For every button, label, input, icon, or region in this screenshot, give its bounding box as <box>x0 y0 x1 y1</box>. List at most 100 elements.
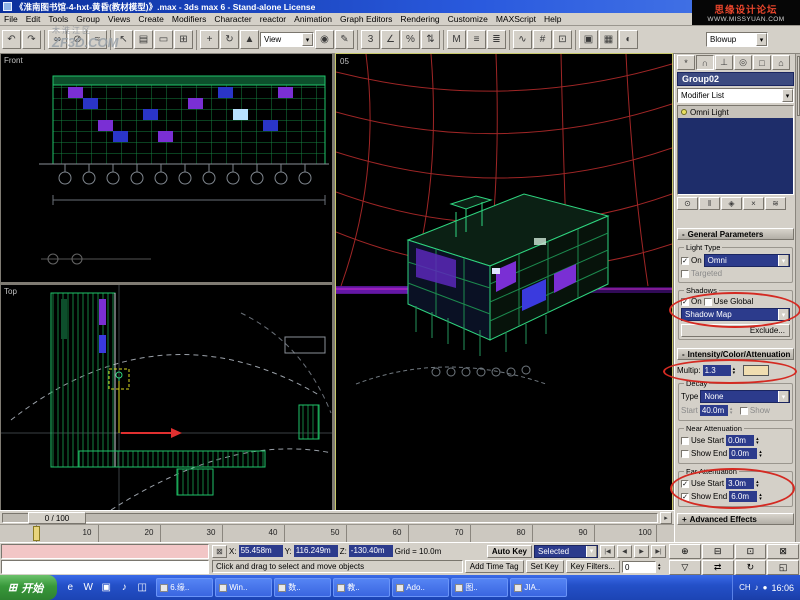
render-type-dropdown[interactable]: Blowup <box>706 32 768 47</box>
key-filters-button[interactable]: Key Filters... <box>566 560 620 573</box>
auto-key-button[interactable]: Auto Key <box>487 545 532 558</box>
menu-create[interactable]: Create <box>134 14 168 24</box>
menu-rendering[interactable]: Rendering <box>396 14 443 24</box>
undo-icon[interactable]: ↶ <box>2 30 21 49</box>
material-editor-icon[interactable]: ⊡ <box>553 30 572 49</box>
near-end-field[interactable]: 0.0m <box>729 448 757 459</box>
tab-create-icon[interactable]: * <box>677 55 695 70</box>
taskbar-task-5[interactable]: Ado.. <box>392 578 449 597</box>
selection-filter-dropdown[interactable]: Selected <box>534 545 598 558</box>
selection-region-icon[interactable]: ▭ <box>154 30 173 49</box>
language-indicator[interactable]: CH <box>739 583 751 592</box>
shadows-on-checkbox[interactable] <box>681 298 689 306</box>
snap-toggle-3d-icon[interactable]: 3 <box>361 30 380 49</box>
maximize-viewport-icon[interactable]: ◱ <box>767 560 799 575</box>
far-use-checkbox[interactable] <box>681 480 689 488</box>
near-use-checkbox[interactable] <box>681 437 689 445</box>
panel-scrollbar[interactable] <box>795 54 800 542</box>
far-start-spinner[interactable] <box>756 480 764 488</box>
set-key-button[interactable]: Set Key <box>526 560 564 573</box>
select-object-icon[interactable]: ↖ <box>114 30 133 49</box>
time-marker[interactable] <box>33 526 40 541</box>
far-start-field[interactable]: 3.0m <box>726 478 754 489</box>
render-scene-icon[interactable]: ▣ <box>579 30 598 49</box>
menu-graph-editors[interactable]: Graph Editors <box>336 14 396 24</box>
menu-edit[interactable]: Edit <box>22 14 45 24</box>
rollout-advanced-effects[interactable]: +Advanced Effects <box>677 513 794 525</box>
tab-utilities-icon[interactable]: ⌂ <box>772 55 790 70</box>
pin-stack-icon[interactable]: ⊙ <box>677 197 698 210</box>
modifier-stack[interactable]: Omni Light <box>677 105 794 195</box>
previous-frame-icon[interactable]: ◀ <box>617 545 632 558</box>
time-slider-handle[interactable]: 0 / 100 <box>28 512 86 524</box>
tab-motion-icon[interactable]: ◎ <box>734 55 752 70</box>
unlink-icon[interactable]: ⊘ <box>68 30 87 49</box>
decay-start-field[interactable]: 40.0m <box>700 405 728 416</box>
configure-stack-icon[interactable]: ≋ <box>765 197 786 210</box>
near-show-checkbox[interactable] <box>681 450 689 458</box>
folder-icon[interactable]: ◫ <box>134 580 150 596</box>
shadow-type-dropdown[interactable]: Shadow Map <box>681 308 790 321</box>
menu-animation[interactable]: Animation <box>290 14 336 24</box>
menu-group[interactable]: Group <box>72 14 104 24</box>
tray-status-icon[interactable]: ● <box>763 583 768 592</box>
mirror-icon[interactable]: M <box>447 30 466 49</box>
rollout-intensity-color-attenuation[interactable]: -Intensity/Color/Attenuation <box>677 348 794 360</box>
music-icon[interactable]: ♪ <box>116 580 132 596</box>
menu-customize[interactable]: Customize <box>444 14 492 24</box>
curve-editor-icon[interactable]: ∿ <box>513 30 532 49</box>
menu-reactor[interactable]: reactor <box>256 14 290 24</box>
zoom-icon[interactable]: ⊕ <box>669 544 701 559</box>
targeted-checkbox[interactable] <box>681 270 689 278</box>
tab-display-icon[interactable]: □ <box>753 55 771 70</box>
use-pivot-center-icon[interactable]: ◉ <box>315 30 334 49</box>
menu-character[interactable]: Character <box>210 14 255 24</box>
listener-field[interactable] <box>1 560 209 575</box>
make-unique-icon[interactable]: ◈ <box>721 197 742 210</box>
menu-tools[interactable]: Tools <box>44 14 72 24</box>
pan-icon[interactable]: ⇄ <box>702 560 734 575</box>
modifier-list-dropdown[interactable]: Modifier List <box>677 88 794 103</box>
rollout-general-parameters[interactable]: -General Parameters <box>677 228 794 240</box>
select-by-name-icon[interactable]: ▤ <box>134 30 153 49</box>
field-of-view-icon[interactable]: ▽ <box>669 560 701 575</box>
reference-coordinate-dropdown[interactable]: View <box>260 32 314 47</box>
menu-views[interactable]: Views <box>104 14 135 24</box>
select-rotate-icon[interactable]: ↻ <box>220 30 239 49</box>
frame-spinner[interactable] <box>658 563 666 571</box>
quick-render-icon[interactable]: ◐ <box>619 30 638 49</box>
front-viewport[interactable]: Front <box>1 54 332 282</box>
lock-selection-icon[interactable]: ⊠ <box>212 545 227 558</box>
light-on-checkbox[interactable] <box>681 257 689 265</box>
use-global-checkbox[interactable] <box>704 298 712 306</box>
zoom-all-icon[interactable]: ⊟ <box>702 544 734 559</box>
play-icon[interactable]: ▶ <box>634 545 649 558</box>
menu-maxscript[interactable]: MAXScript <box>492 14 540 24</box>
decay-type-dropdown[interactable]: None <box>700 390 790 403</box>
x-coordinate-field[interactable]: 55.458m <box>239 545 283 557</box>
spinner-snap-icon[interactable]: ⇅ <box>421 30 440 49</box>
far-show-checkbox[interactable] <box>681 493 689 501</box>
tab-modify-icon[interactable]: ∩ <box>696 55 714 70</box>
menu-modifiers[interactable]: Modifiers <box>168 14 210 24</box>
align-icon[interactable]: ≡ <box>467 30 486 49</box>
decay-show-checkbox[interactable] <box>740 407 748 415</box>
add-time-tag-button[interactable]: Add Time Tag <box>465 560 524 573</box>
tab-hierarchy-icon[interactable]: ⊥ <box>715 55 733 70</box>
select-scale-icon[interactable]: ▲ <box>240 30 259 49</box>
schematic-view-icon[interactable]: # <box>533 30 552 49</box>
taskbar-task-6[interactable]: 图.. <box>451 578 508 597</box>
multiplier-field[interactable]: 1.3 <box>703 365 731 376</box>
render-type-icon[interactable]: ▦ <box>599 30 618 49</box>
far-end-spinner[interactable] <box>759 493 767 501</box>
start-button[interactable]: ⊞ 开始 <box>0 575 57 600</box>
decay-start-spinner[interactable] <box>730 407 738 415</box>
light-color-swatch[interactable] <box>743 365 769 376</box>
time-slider-track[interactable] <box>2 513 658 523</box>
z-coordinate-field[interactable]: -130.40m <box>349 545 393 557</box>
scrollbar-thumb[interactable] <box>797 56 800 116</box>
object-name-field[interactable]: Group02 <box>677 72 794 86</box>
angle-snap-icon[interactable]: ∠ <box>381 30 400 49</box>
redo-icon[interactable]: ↷ <box>22 30 41 49</box>
show-end-result-icon[interactable]: ‖ <box>699 197 720 210</box>
